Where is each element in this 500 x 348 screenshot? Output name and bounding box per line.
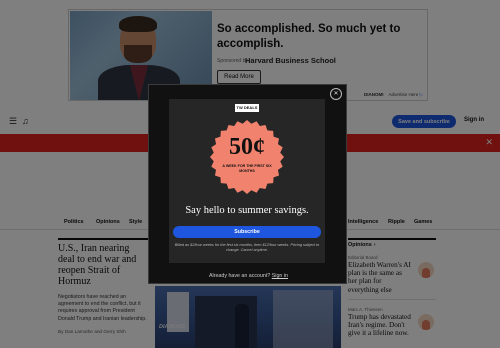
offer-price: 50¢ (229, 134, 265, 160)
already-have-account: Already have an account? Sign in (209, 273, 288, 279)
offer-card: TW DEALS 50¢ A WEEK FOR THE FIRST SIX MO… (169, 99, 325, 263)
deals-logo: TW DEALS (235, 104, 259, 112)
close-icon[interactable]: ✕ (330, 88, 342, 100)
offer-terms: Billed as $2/four weeks for the first si… (174, 243, 320, 252)
subscribe-button[interactable]: Subscribe (173, 226, 321, 238)
modal-sign-in-link[interactable]: Sign in (272, 273, 288, 279)
offer-tagline: Say hello to summer savings. (185, 205, 309, 216)
offer-price-detail: A WEEK FOR THE FIRST SIX MONTHS (222, 164, 272, 173)
subscription-modal: ✕ TW DEALS 50¢ A WEEK FOR THE FIRST SIX … (148, 84, 347, 284)
price-seal-text: 50¢ A WEEK FOR THE FIRST SIX MONTHS (209, 119, 285, 195)
